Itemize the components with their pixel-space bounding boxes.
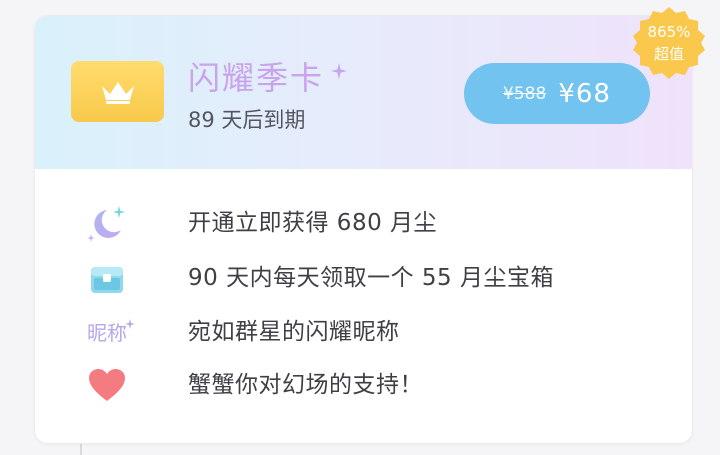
nickname-icon: 昵称 — [85, 313, 135, 353]
card-header: 闪耀季卡 89 天后到期 ¥588 ¥68 — [35, 16, 692, 169]
benefit-item: 蟹蟹你对幻场的支持！ — [35, 362, 692, 408]
screen: 闪耀季卡 89 天后到期 ¥588 ¥68 开通立即获得 680 月尘 90 天… — [0, 0, 720, 455]
card-title: 闪耀季卡 — [188, 59, 325, 97]
crown-icon — [101, 81, 134, 104]
benefit-item: 90 天内每天领取一个 55 月尘宝箱 — [35, 255, 692, 301]
badge-percent: 865% — [647, 23, 691, 41]
crown-badge — [71, 61, 164, 122]
moon-stars-icon — [85, 204, 129, 244]
benefit-item: 昵称 宛如群星的闪耀昵称 — [35, 309, 692, 355]
sparkle-icon — [125, 319, 135, 329]
nickname-icon-label: 昵称 — [87, 321, 127, 345]
benefit-text: 开通立即获得 680 月尘 — [188, 210, 438, 236]
purchase-button[interactable]: ¥588 ¥68 — [464, 63, 650, 124]
treasure-chest-icon — [85, 259, 129, 299]
sparkle-icon — [331, 63, 347, 79]
heart-icon — [85, 366, 129, 406]
benefit-item: 开通立即获得 680 月尘 — [35, 200, 692, 246]
benefit-text: 蟹蟹你对幻场的支持！ — [188, 372, 423, 398]
current-price: ¥68 — [558, 78, 611, 109]
original-price: ¥588 — [503, 83, 547, 104]
value-badge-text: 865% 超值 — [631, 5, 707, 81]
season-card[interactable]: 闪耀季卡 89 天后到期 ¥588 ¥68 开通立即获得 680 月尘 90 天… — [34, 15, 693, 444]
benefit-text: 90 天内每天领取一个 55 月尘宝箱 — [188, 265, 554, 291]
benefit-text: 宛如群星的闪耀昵称 — [188, 319, 400, 345]
expiry-text: 89 天后到期 — [188, 108, 306, 132]
badge-label: 超值 — [653, 45, 684, 63]
